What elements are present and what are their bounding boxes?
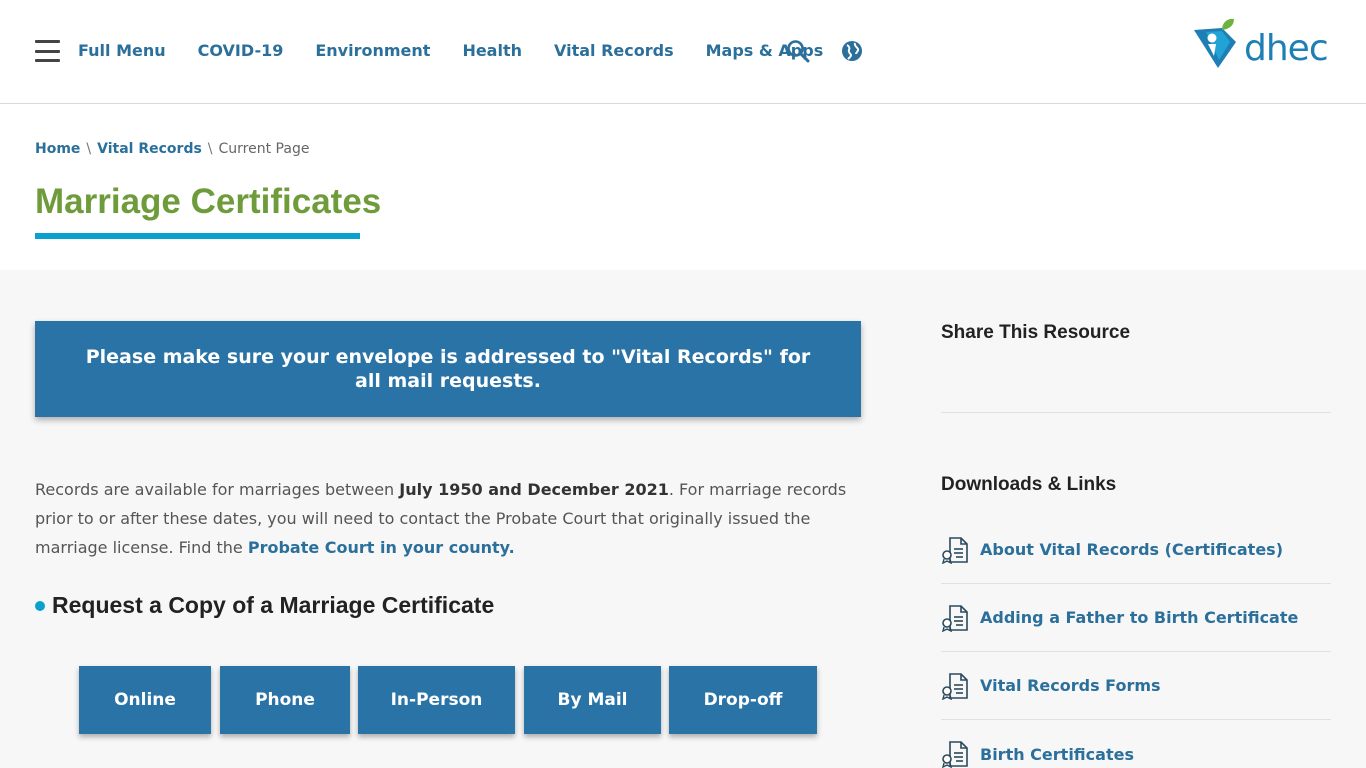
logo-text: dhec (1244, 28, 1329, 69)
document-icon (942, 672, 968, 700)
online-button[interactable]: Online (79, 666, 211, 734)
request-heading: Request a Copy of a Marriage Certificate (35, 592, 494, 619)
share-heading: Share This Resource (941, 322, 1131, 343)
nav-environment[interactable]: Environment (315, 41, 430, 60)
intro-text: Records are available for marriages betw… (35, 480, 400, 499)
breadcrumb-separator: \ (207, 141, 213, 157)
breadcrumb-home[interactable]: Home (35, 141, 80, 157)
request-heading-text: Request a Copy of a Marriage Certificate (52, 592, 495, 618)
nav-vital-records[interactable]: Vital Records (554, 41, 674, 60)
nav-covid-19[interactable]: COVID-19 (198, 41, 284, 60)
globe-icon[interactable] (841, 39, 863, 68)
breadcrumb: Home \ Vital Records \ Current Page (35, 141, 309, 157)
downloads-heading: Downloads & Links (941, 474, 1117, 495)
notice-text: Please make sure your envelope is addres… (85, 346, 811, 392)
sidebar-link-adding-father[interactable]: Adding a Father to Birth Certificate (941, 584, 1331, 652)
drop-off-button[interactable]: Drop-off (669, 666, 817, 734)
probate-court-link[interactable]: Probate Court in your county. (248, 538, 515, 557)
sidebar-link-label: About Vital Records (Certificates) (980, 540, 1284, 559)
sidebar-link-birth-certificates[interactable]: Birth Certificates (941, 720, 1331, 768)
breadcrumb-current: Current Page (218, 141, 310, 157)
sidebar-link-label: Birth Certificates (980, 744, 1134, 764)
sidebar-link-vital-records-forms[interactable]: Vital Records Forms (941, 652, 1331, 720)
main-content: Please make sure your envelope is addres… (0, 270, 1366, 768)
palmetto-logo-icon (1194, 18, 1236, 68)
sidebar-link-label: Adding a Father to Birth Certificate (980, 608, 1299, 627)
dhec-logo[interactable]: dhec (1192, 18, 1332, 72)
breadcrumb-separator: \ (86, 141, 92, 157)
search-icon[interactable] (786, 39, 810, 68)
phone-button[interactable]: Phone (220, 666, 350, 734)
main-nav: Full Menu COVID-19 Environment Health Vi… (78, 41, 823, 60)
hamburger-menu-icon[interactable] (35, 40, 60, 62)
site-header: Full Menu COVID-19 Environment Health Vi… (0, 0, 1366, 104)
page-title: Marriage Certificates (35, 182, 382, 221)
document-icon (942, 536, 968, 564)
sidebar-link-label: Vital Records Forms (980, 676, 1161, 695)
mail-notice-banner: Please make sure your envelope is addres… (35, 321, 861, 417)
title-underline (35, 233, 360, 239)
intro-paragraph: Records are available for marriages betw… (35, 475, 855, 562)
sidebar-link-about-vital-records[interactable]: About Vital Records (Certificates) (941, 516, 1331, 584)
sidebar-divider (941, 412, 1331, 413)
nav-full-menu[interactable]: Full Menu (78, 41, 166, 60)
nav-health[interactable]: Health (462, 41, 522, 60)
document-icon (942, 604, 968, 632)
in-person-button[interactable]: In-Person (358, 666, 515, 734)
intro-date-range: July 1950 and December 2021 (399, 480, 669, 499)
bullet-dot-icon (35, 600, 45, 611)
document-icon (942, 741, 968, 768)
breadcrumb-vital-records[interactable]: Vital Records (97, 141, 202, 157)
by-mail-button[interactable]: By Mail (524, 666, 661, 734)
